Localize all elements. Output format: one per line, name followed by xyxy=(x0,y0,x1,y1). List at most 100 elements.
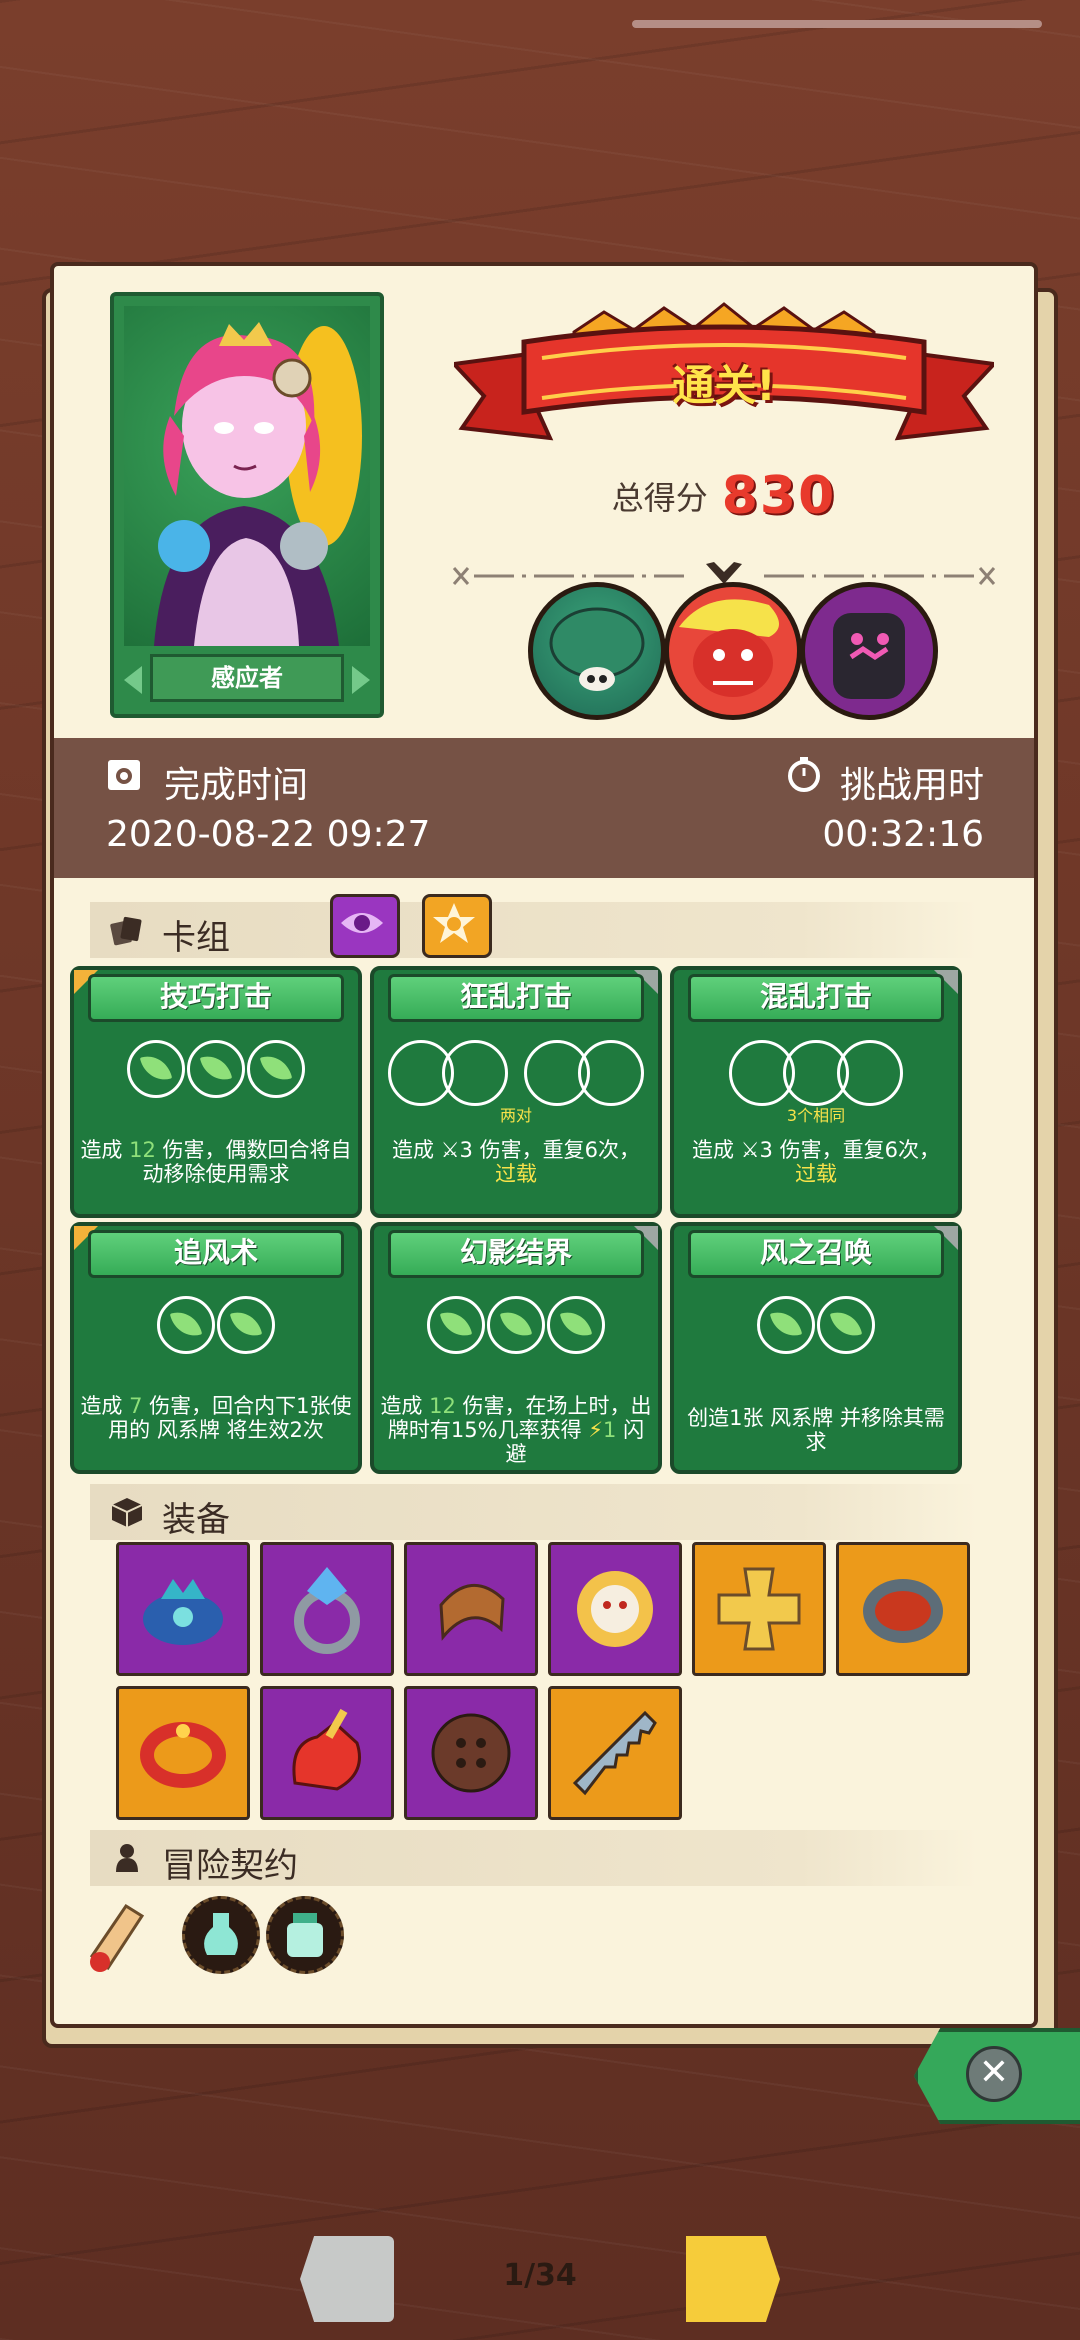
crown-amulet-icon xyxy=(143,1579,223,1645)
boss-red-beast-icon[interactable] xyxy=(664,582,802,720)
card-description: 造成 ⚔3 伤害，重复6次， 过载 xyxy=(692,1138,940,1186)
challenge-time-label: 挑战用时 xyxy=(840,765,985,806)
card-cost xyxy=(74,1040,358,1102)
wind-leaf-icon xyxy=(127,1040,185,1098)
scroll-icon[interactable] xyxy=(76,1896,156,1976)
fire-gauntlet-icon xyxy=(292,1708,361,1791)
lightning-icon: ⚡ xyxy=(588,1418,604,1442)
prev-hero-arrow[interactable] xyxy=(124,666,142,694)
card-title: 混乱打击 xyxy=(688,974,944,1022)
card-cost xyxy=(674,1296,958,1358)
time-summary: 完成时间 2020-08-22 09:27 挑战用时 00:32:16 xyxy=(54,738,1034,878)
equipment-slot[interactable] xyxy=(692,1542,826,1676)
close-icon[interactable]: ✕ xyxy=(966,2046,1022,2102)
home-indicator xyxy=(632,20,1042,28)
skill-card[interactable]: 狂乱打击 两对 造成 ⚔3 伤害，重复6次， 过载 xyxy=(370,966,662,1218)
boss-turtle-icon[interactable] xyxy=(528,582,666,720)
equipment-slot[interactable] xyxy=(404,1686,538,1820)
result-panel: 感应者 通关! 总得分 830 完成时间 2020-08-22 09:27 挑战… xyxy=(50,262,1038,2028)
equipment-title: 装备 xyxy=(162,1500,230,1540)
complete-time-value: 2020-08-22 09:27 xyxy=(106,814,431,855)
potion-bottle-icon[interactable] xyxy=(266,1896,344,1974)
card-description: 造成 12 伤害，在场上时，出牌时有15%几率获得 ⚡1 闪避 xyxy=(380,1394,652,1466)
skill-card[interactable]: 幻影结界 造成 12 伤害，在场上时，出牌时有15%几率获得 ⚡1 闪避 xyxy=(370,1222,662,1474)
gem-ring-icon xyxy=(294,1567,360,1654)
victory-title: 通关! xyxy=(672,361,776,410)
ruby-bracelet-icon xyxy=(140,1722,226,1788)
equipment-slot[interactable] xyxy=(548,1686,682,1820)
card-cost xyxy=(674,1040,958,1106)
empty-slot-icon xyxy=(578,1040,644,1106)
score-value: 830 xyxy=(721,466,837,526)
card-description: 造成 12 伤害，偶数回合将自动移除使用需求 xyxy=(80,1138,352,1186)
wooden-button-icon xyxy=(431,1713,511,1793)
equipment-slot[interactable] xyxy=(548,1542,682,1676)
contract-title: 冒险契约 xyxy=(162,1846,298,1886)
cards-icon xyxy=(110,916,142,946)
card-description: 造成 ⚔3 伤害，重复6次， 过载 xyxy=(392,1138,640,1186)
card-title: 追风术 xyxy=(88,1230,344,1278)
equipment-slot[interactable] xyxy=(404,1542,538,1676)
wind-leaf-icon xyxy=(187,1040,245,1098)
defeated-bosses xyxy=(528,582,938,722)
sword-icon: ⚔ xyxy=(740,1138,760,1162)
card-cost xyxy=(374,1296,658,1358)
empty-slot-icon xyxy=(442,1040,508,1106)
wind-badge-icon[interactable] xyxy=(422,894,492,958)
sun-mask-icon xyxy=(577,1571,653,1647)
potion-flask-icon[interactable] xyxy=(182,1896,260,1974)
wind-leaf-icon xyxy=(487,1296,545,1354)
pawn-icon xyxy=(116,1844,138,1872)
wind-leaf-icon xyxy=(247,1040,305,1098)
boss-dark-knight-icon[interactable] xyxy=(800,582,938,720)
contract-section-header: 冒险契约 xyxy=(90,1830,978,1886)
hero-card[interactable]: 感应者 xyxy=(110,292,384,718)
skill-card[interactable]: 混乱打击 3个相同 造成 ⚔3 伤害，重复6次， 过载 xyxy=(670,966,962,1218)
equipment-slot[interactable] xyxy=(260,1542,394,1676)
score-label: 总得分 xyxy=(611,479,708,517)
hero-name: 感应者 xyxy=(150,654,344,702)
skill-card[interactable]: 风之召唤 创造1张 风系牌 并移除其需求 xyxy=(670,1222,962,1474)
card-title: 技巧打击 xyxy=(88,974,344,1022)
equipment-slot[interactable] xyxy=(260,1686,394,1820)
score-row: 总得分 830 xyxy=(454,466,994,526)
ember-shield-icon xyxy=(863,1579,943,1643)
wind-leaf-icon xyxy=(757,1296,815,1354)
equipment-slot[interactable] xyxy=(116,1686,250,1820)
card-title: 幻影结界 xyxy=(388,1230,644,1278)
card-title: 狂乱打击 xyxy=(388,974,644,1022)
deck-title: 卡组 xyxy=(162,918,230,958)
sword-icon: ⚔ xyxy=(440,1138,460,1162)
equipment-slot[interactable] xyxy=(116,1542,250,1676)
equipment-slot[interactable] xyxy=(836,1542,970,1676)
challenge-time-value: 00:32:16 xyxy=(822,814,984,855)
victory-banner: 通关! xyxy=(449,302,999,452)
card-title: 风之召唤 xyxy=(688,1230,944,1278)
card-description: 创造1张 风系牌 并移除其需求 xyxy=(687,1406,945,1454)
prev-page-button[interactable] xyxy=(300,2236,394,2322)
wind-leaf-icon xyxy=(427,1296,485,1354)
page-indicator: 1/34 xyxy=(503,2258,577,2293)
wind-leaf-icon xyxy=(157,1296,215,1354)
card-cost xyxy=(374,1040,658,1106)
wind-leaf-icon xyxy=(217,1296,275,1354)
skill-card[interactable]: 追风术 造成 7 伤害，回合内下1张使用的 风系牌 将生效2次 xyxy=(70,1222,362,1474)
skill-card[interactable]: 技巧打击 造成 12 伤害，偶数回合将自动移除使用需求 xyxy=(70,966,362,1218)
card-description: 造成 7 伤害，回合内下1张使用的 风系牌 将生效2次 xyxy=(80,1394,352,1442)
wind-leaf-icon xyxy=(547,1296,605,1354)
deck-section-header: 卡组 xyxy=(90,894,978,958)
card-requirement: 两对 xyxy=(499,1106,532,1125)
calendar-icon xyxy=(108,760,140,790)
next-page-button[interactable] xyxy=(686,2236,780,2322)
next-hero-arrow[interactable] xyxy=(352,666,370,694)
card-requirement: 3个相同 xyxy=(786,1106,846,1125)
box-icon xyxy=(111,1498,143,1527)
golden-cross-icon xyxy=(717,1567,801,1651)
eye-badge-icon[interactable] xyxy=(330,894,400,958)
card-cost xyxy=(74,1296,358,1358)
hero-portrait xyxy=(124,306,370,646)
stopwatch-icon xyxy=(788,757,820,792)
empty-slot-icon xyxy=(837,1040,903,1106)
equipment-section-header: 装备 xyxy=(90,1484,978,1540)
leather-bracer-icon xyxy=(439,1584,505,1641)
